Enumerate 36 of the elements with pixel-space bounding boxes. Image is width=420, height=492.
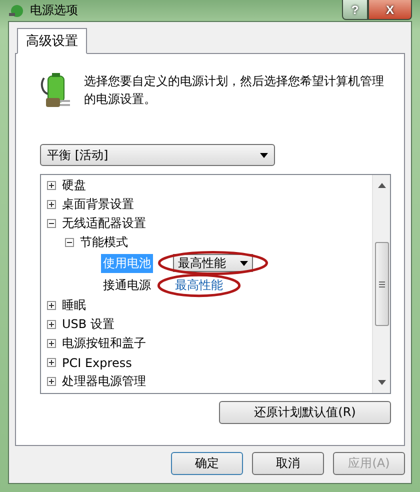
dropdown-value: 平衡 [活动] [47, 146, 108, 164]
dialog-button[interactable]: 取消 [252, 452, 324, 475]
grip-icon [378, 280, 384, 288]
tree-item[interactable]: 桌面背景设置 [62, 196, 134, 213]
restore-defaults-button[interactable]: 还原计划默认值(R) [219, 401, 391, 424]
dropdown-arrow-icon [240, 260, 248, 266]
expand-toggle-icon[interactable] [47, 320, 56, 329]
setting-label[interactable]: 接通电源 [101, 276, 153, 294]
scroll-up-icon[interactable] [378, 183, 386, 188]
dialog-button[interactable]: 确定 [171, 452, 243, 475]
dropdown-arrow-icon [260, 152, 268, 158]
tree-item[interactable]: 电源按钮和盖子 [62, 335, 146, 352]
tree-item[interactable]: 处理器电源管理 [62, 373, 146, 390]
collapse-toggle-icon[interactable] [65, 238, 74, 247]
tree-item[interactable]: USB 设置 [62, 316, 114, 333]
tree-item[interactable]: 硬盘 [62, 177, 86, 194]
expand-toggle-icon[interactable] [47, 358, 56, 367]
window-title: 电源选项 [30, 2, 78, 19]
tree-item[interactable]: 节能模式 [80, 234, 128, 251]
dropdown-value: 最高性能 [178, 254, 226, 272]
tab[interactable]: 高级设置 [17, 28, 87, 54]
expand-toggle-icon[interactable] [47, 181, 56, 190]
scroll-thumb[interactable] [374, 242, 388, 326]
setting-dropdown[interactable]: 最高性能 [173, 254, 253, 272]
scrollbar[interactable] [372, 175, 390, 393]
plan-dropdown[interactable]: 平衡 [活动] [40, 144, 275, 166]
tree-item[interactable]: 睡眠 [62, 297, 86, 314]
tree-item[interactable]: PCI Express [62, 356, 132, 370]
expand-toggle-icon[interactable] [47, 301, 56, 310]
collapse-toggle-icon[interactable] [47, 219, 56, 228]
scroll-down-icon[interactable] [378, 380, 386, 385]
expand-toggle-icon[interactable] [47, 200, 56, 209]
expand-toggle-icon[interactable] [47, 339, 56, 348]
tree-item[interactable]: 无线适配器设置 [62, 215, 146, 232]
expand-toggle-icon[interactable] [47, 377, 56, 386]
intro-text: 选择您要自定义的电源计划，然后选择您希望计算机管理的电源设置。 [84, 73, 384, 108]
